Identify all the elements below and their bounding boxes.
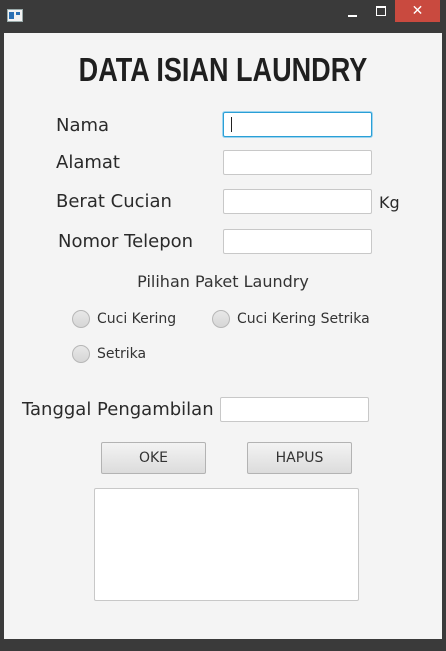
tanggal-label: Tanggal Pengambilan [22, 399, 214, 420]
text-caret [231, 117, 232, 132]
maximize-button[interactable] [368, 0, 394, 22]
tanggal-input[interactable] [220, 397, 369, 422]
minimize-icon [347, 14, 357, 17]
radio-cuci-kering-setrika[interactable]: Cuci Kering Setrika [212, 310, 370, 328]
berat-unit-label: Kg [379, 193, 400, 212]
title-bar: ✕ [0, 0, 446, 30]
close-button[interactable]: ✕ [395, 0, 440, 22]
radio-circle[interactable] [212, 310, 230, 328]
telepon-input[interactable] [223, 229, 372, 254]
alamat-input[interactable] [223, 150, 372, 175]
radio-label: Setrika [97, 346, 147, 362]
oke-button[interactable]: OKE [101, 442, 206, 474]
radio-label: Cuci Kering [97, 311, 177, 327]
output-textarea[interactable] [94, 488, 359, 601]
radio-label: Cuci Kering Setrika [237, 311, 370, 327]
radio-cuci-kering[interactable]: Cuci Kering [72, 310, 176, 328]
radio-circle[interactable] [72, 345, 90, 363]
telepon-label: Nomor Telepon [58, 231, 194, 252]
close-icon: ✕ [411, 3, 424, 19]
maximize-icon [376, 6, 386, 16]
minimize-button[interactable] [338, 0, 366, 22]
alamat-label: Alamat [56, 152, 120, 173]
page-title: DATA ISIAN LAUNDRY [78, 51, 368, 88]
berat-label: Berat Cucian [56, 191, 172, 212]
form-panel: DATA ISIAN LAUNDRY Nama Alamat Berat Cuc… [4, 33, 442, 639]
hapus-button[interactable]: HAPUS [247, 442, 352, 474]
app-icon [7, 9, 23, 22]
paket-label: Pilihan Paket Laundry [137, 272, 309, 291]
nama-input[interactable] [223, 112, 372, 137]
radio-setrika[interactable]: Setrika [72, 345, 146, 363]
berat-input[interactable] [223, 189, 372, 214]
radio-circle[interactable] [72, 310, 90, 328]
nama-label: Nama [56, 115, 110, 136]
app-window: ✕ DATA ISIAN LAUNDRY Nama Alamat Berat C… [0, 0, 446, 651]
